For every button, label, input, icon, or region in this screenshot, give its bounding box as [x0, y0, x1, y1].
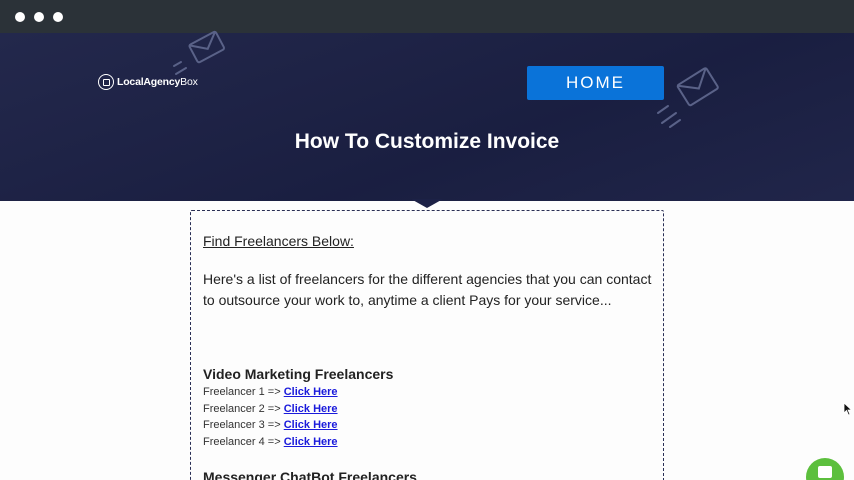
envelope-icon	[657, 67, 719, 128]
browser-window: LocalAgencyBox HOME How To Customize Inv…	[0, 0, 854, 480]
freelancer-label: Freelancer 1 =>	[203, 386, 281, 398]
hero-notch	[411, 199, 443, 208]
freelancer-label: Freelancer 4 =>	[203, 436, 281, 448]
section-title-messenger-chatbot: Messenger ChatBot Freelancers	[203, 469, 417, 480]
chat-icon	[818, 466, 832, 478]
window-dot[interactable]	[15, 12, 25, 22]
hero-banner	[0, 30, 854, 201]
find-freelancers-heading: Find Freelancers Below:	[203, 233, 354, 249]
click-here-link[interactable]: Click Here	[284, 436, 338, 448]
window-dot[interactable]	[53, 12, 63, 22]
home-button[interactable]: HOME	[527, 66, 664, 100]
freelancer-label: Freelancer 2 =>	[203, 403, 281, 415]
click-here-link[interactable]: Click Here	[284, 386, 338, 398]
content-box: Find Freelancers Below: Here's a list of…	[190, 210, 664, 480]
list-item: Freelancer 1 => Click Here	[203, 386, 338, 398]
logo[interactable]: LocalAgencyBox	[98, 74, 198, 90]
envelope-icon	[173, 30, 226, 75]
click-here-link[interactable]: Click Here	[284, 403, 338, 415]
chat-widget-button[interactable]	[806, 458, 844, 480]
window-dot[interactable]	[34, 12, 44, 22]
list-item: Freelancer 4 => Click Here	[203, 436, 338, 448]
section-title-video-marketing: Video Marketing Freelancers	[203, 366, 394, 382]
logo-text: LocalAgencyBox	[117, 76, 198, 88]
list-item: Freelancer 2 => Click Here	[203, 403, 338, 415]
freelancer-label: Freelancer 3 =>	[203, 419, 281, 431]
window-titlebar	[0, 0, 854, 33]
click-here-link[interactable]: Click Here	[284, 419, 338, 431]
page-title: How To Customize Invoice	[294, 130, 560, 153]
list-item: Freelancer 3 => Click Here	[203, 419, 338, 431]
logo-icon	[98, 74, 114, 90]
intro-paragraph: Here's a list of freelancers for the dif…	[203, 271, 652, 308]
mouse-cursor-icon	[843, 402, 853, 416]
